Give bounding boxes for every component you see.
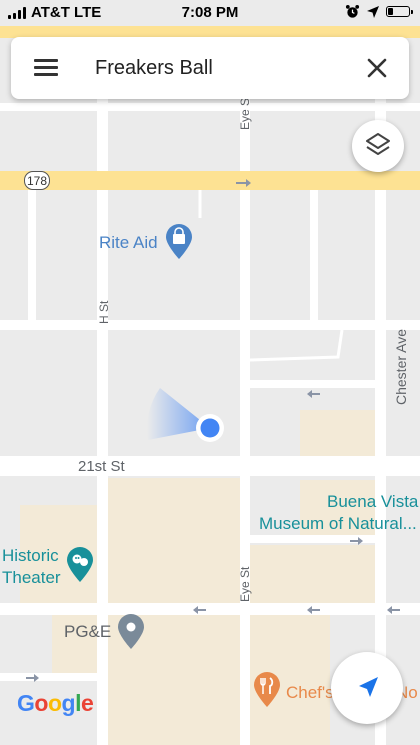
layers-icon [366, 133, 390, 155]
layers-button[interactable] [352, 120, 404, 172]
poi-theater-label-2[interactable]: Theater [2, 568, 61, 588]
search-query[interactable]: Freakers Ball [95, 57, 213, 80]
status-bar: AT&T LTE 7:08 PM [0, 0, 420, 26]
location-dot [200, 418, 220, 438]
highway-shield: 178 [24, 171, 50, 190]
theater-pin-icon[interactable] [66, 547, 94, 583]
poi-theater-label-1[interactable]: Historic [2, 546, 59, 566]
place-pin-icon[interactable] [117, 614, 145, 650]
battery-icon [386, 6, 413, 17]
street-label-21st: 21st St [78, 458, 125, 475]
restaurant-pin-icon[interactable] [253, 672, 281, 708]
navigation-arrow-icon [359, 677, 378, 697]
street-label-eye-bottom: Eye St [238, 566, 252, 602]
poi-rite-aid-label[interactable]: Rite Aid [99, 233, 158, 253]
street-label-h: H St [97, 300, 111, 324]
poi-museum-label-1[interactable]: Buena Vista [327, 492, 418, 512]
close-icon[interactable] [363, 54, 391, 82]
menu-icon[interactable] [31, 55, 61, 81]
search-bar[interactable]: Freakers Ball [11, 37, 409, 99]
map-canvas[interactable] [0, 0, 420, 745]
poi-museum-label-2[interactable]: Museum of Natural... [259, 514, 417, 534]
navigate-button[interactable] [331, 652, 403, 724]
alarm-icon [345, 4, 360, 18]
highway-178 [0, 171, 420, 190]
street-label-chester: Chester Ave [393, 328, 409, 405]
location-services-icon [367, 5, 379, 18]
street-label-eye-top: Eye St [238, 94, 252, 130]
shopping-bag-pin-icon[interactable] [165, 224, 193, 260]
poi-pge-label[interactable]: PG&E [64, 622, 111, 642]
google-logo: Google [17, 690, 94, 716]
